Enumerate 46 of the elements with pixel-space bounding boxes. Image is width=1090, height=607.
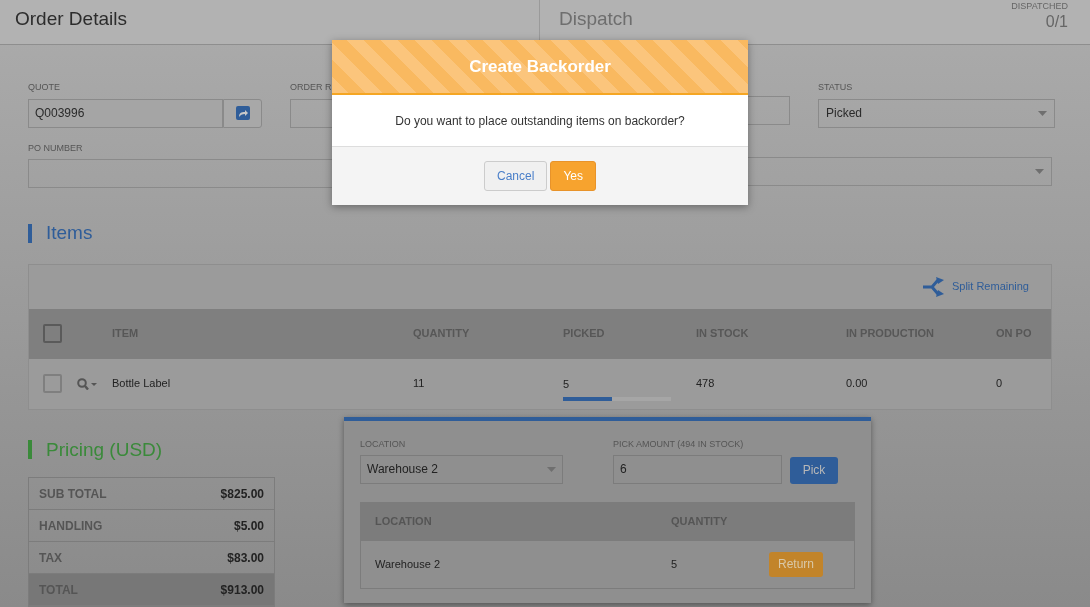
- price-label: TAX: [39, 549, 63, 567]
- status-select[interactable]: Picked: [818, 98, 1055, 128]
- table-cell-text: 478: [696, 376, 716, 392]
- items-heading: Items: [46, 221, 93, 245]
- page-title: Order Details: [15, 8, 127, 29]
- price-label: HANDLING: [39, 517, 103, 535]
- price-value: $825.00: [220, 485, 264, 503]
- dropdown-caret-icon: [1038, 110, 1047, 116]
- price-value: $5.00: [233, 517, 264, 535]
- section-title: Dispatch: [559, 8, 633, 29]
- section-marker: [28, 223, 32, 243]
- dialog-title: Create Backorder: [469, 55, 611, 78]
- table-cell-text: 11: [413, 376, 426, 392]
- location-select[interactable]: Warehouse 2: [360, 454, 563, 484]
- table-cell-text: 5: [563, 377, 571, 393]
- field-label: PO NUMBER: [28, 141, 84, 155]
- table-cell-text: 0: [996, 376, 1004, 392]
- pricing-heading: Pricing (USD): [46, 437, 163, 462]
- pick-button[interactable]: Pick: [790, 456, 838, 484]
- dialog-message: Do you want to place outstanding items on backorder?: [395, 112, 685, 130]
- checkbox[interactable]: [43, 324, 62, 343]
- checkbox[interactable]: [43, 374, 62, 393]
- dropdown-caret-icon: [547, 466, 556, 472]
- field-label: STATUS: [818, 81, 854, 94]
- pick-amount-field[interactable]: 6: [613, 454, 782, 484]
- open-quote-button[interactable]: [223, 98, 262, 128]
- price-value: $83.00: [227, 549, 264, 567]
- table-cell-text: Bottle Label: [112, 376, 172, 392]
- price-label: SUB TOTAL: [39, 485, 107, 503]
- field-label: LOCATION: [360, 438, 407, 451]
- table-cell-text: 5: [671, 556, 679, 572]
- return-button[interactable]: Return: [769, 551, 823, 577]
- dispatched-label: DISPATCHED: [1011, 0, 1068, 13]
- table-cell-text: 0.00: [846, 376, 869, 392]
- price-value: $913.00: [220, 581, 264, 599]
- field-label: QUOTE: [28, 81, 61, 94]
- split-remaining-button[interactable]: Split Remaining: [921, 275, 1029, 298]
- dispatched-count: 0/1: [1045, 13, 1068, 30]
- table-cell-text: Warehouse 2: [375, 556, 442, 572]
- field-label: ORDER R: [290, 81, 333, 94]
- section-marker: [28, 440, 32, 460]
- quote-field[interactable]: Q003996: [28, 98, 223, 128]
- cancel-button[interactable]: Cancel: [484, 161, 548, 191]
- confirm-button[interactable]: Yes: [550, 161, 596, 191]
- search-menu-icon[interactable]: [77, 377, 97, 390]
- dropdown-caret-icon: [1035, 168, 1044, 174]
